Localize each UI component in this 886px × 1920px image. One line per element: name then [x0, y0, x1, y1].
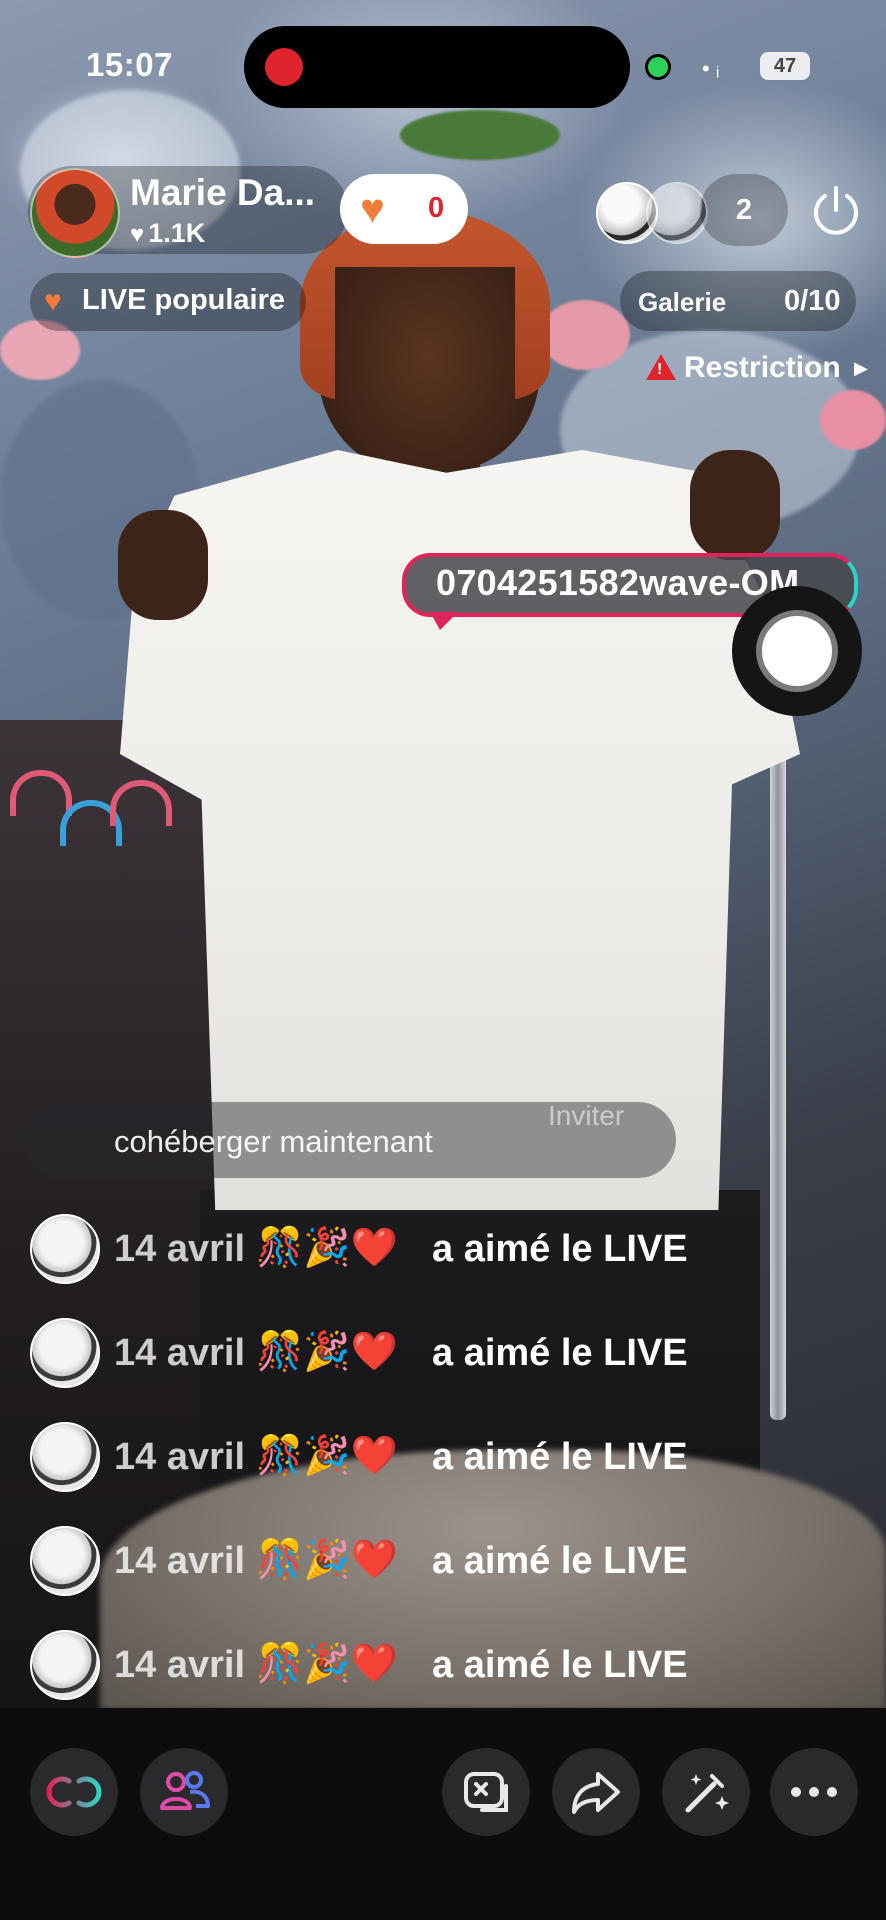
pinned-comment-text: 0704251582wave-OM [436, 562, 800, 603]
heart-icon: ♥ [130, 221, 145, 248]
magic-wand-icon [685, 1774, 729, 1813]
camera-in-use-icon [648, 57, 668, 77]
power-icon[interactable] [806, 180, 866, 240]
link-button[interactable] [30, 1748, 118, 1836]
like-counter-value: 0 [428, 192, 445, 224]
feed-emojis: 🎊🎉❤️ [256, 1435, 398, 1477]
signal-icon: • ᵢ [702, 56, 720, 81]
feed-date: 14 avril [114, 1228, 245, 1270]
share-button[interactable] [552, 1748, 640, 1836]
person-hand-left [118, 510, 208, 620]
bottom-toolbar [0, 1708, 886, 1920]
comment-toggle-button[interactable] [442, 1748, 530, 1836]
feed-emojis: 🎊🎉❤️ [256, 1539, 398, 1581]
feed-message: a aimé le LIVE [432, 1644, 688, 1686]
person-hand-right [690, 450, 780, 560]
host-likes: ♥ 1.1K [130, 218, 205, 249]
viewer-avatar[interactable] [646, 182, 708, 244]
orange-heart-icon: ♥ [360, 185, 385, 232]
live-popular-label: LIVE populaire [82, 284, 286, 316]
host-name[interactable]: Marie Da... [130, 172, 315, 214]
warning-mark: ! [657, 361, 663, 378]
popular-heart-icon: ♥ [44, 285, 62, 318]
status-time: 15:07 [86, 46, 173, 83]
feed-message: a aimé le LIVE [432, 1228, 688, 1270]
guests-icon [160, 1771, 210, 1810]
chevron-right-icon[interactable]: ▶ [854, 358, 868, 379]
feed-avatar[interactable] [30, 1318, 100, 1388]
recording-indicator-icon [265, 48, 303, 86]
feed-avatar[interactable] [30, 1214, 100, 1284]
comment-toggle-icon [464, 1772, 508, 1812]
feed-date: 14 avril [114, 1436, 245, 1478]
viewer-count[interactable]: 2 [700, 174, 788, 246]
more-icon [791, 1787, 837, 1797]
invite-button[interactable]: Inviter [548, 1100, 624, 1132]
feed-avatar[interactable] [30, 1630, 100, 1700]
flower-decoration [540, 300, 630, 370]
guests-button[interactable] [140, 1748, 228, 1836]
feed-avatar[interactable] [30, 1422, 100, 1492]
feed-date: 14 avril [114, 1332, 245, 1374]
more-button[interactable] [770, 1748, 858, 1836]
gallery-count: 0/10 [784, 285, 841, 317]
battery-icon: 47 [760, 52, 810, 80]
feed-date: 14 avril [114, 1644, 245, 1686]
cohost-now-label[interactable]: cohéberger maintenant [114, 1124, 433, 1160]
bubble-tail [430, 612, 458, 630]
share-icon [572, 1772, 620, 1814]
feed-emojis: 🎊🎉❤️ [256, 1331, 398, 1373]
host-likes-count: 1.1K [148, 218, 206, 248]
effects-button[interactable] [662, 1748, 750, 1836]
leaf-decoration [400, 110, 560, 160]
restriction-link[interactable]: Restriction [684, 351, 841, 385]
feed-avatar[interactable] [30, 1526, 100, 1596]
feed-message: a aimé le LIVE [432, 1436, 688, 1478]
flower-decoration [820, 390, 886, 450]
feed-emojis: 🎊🎉❤️ [256, 1227, 398, 1269]
rack-pole [770, 720, 786, 1420]
feed-date: 14 avril [114, 1540, 245, 1582]
record-circle-icon[interactable] [756, 610, 838, 692]
feed-message: a aimé le LIVE [432, 1332, 688, 1374]
host-avatar[interactable] [30, 168, 120, 258]
feed-message: a aimé le LIVE [432, 1540, 688, 1582]
gallery-label: Galerie [638, 287, 727, 317]
feed-emojis: 🎊🎉❤️ [256, 1643, 398, 1685]
link-icon [46, 1776, 102, 1808]
